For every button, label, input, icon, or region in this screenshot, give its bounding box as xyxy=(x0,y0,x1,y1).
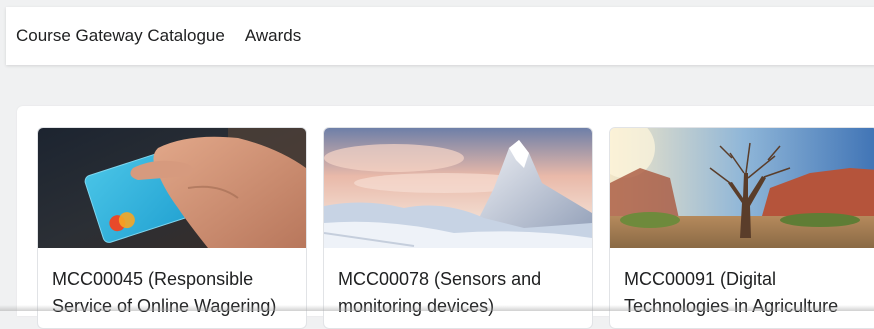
snowy-mountain-image xyxy=(324,128,592,248)
nav-course-gateway-catalogue[interactable]: Course Gateway Catalogue xyxy=(16,26,225,46)
top-navigation: Course Gateway Catalogue Awards xyxy=(6,7,874,65)
course-card[interactable]: MCC00078 (Sensors and monitoring devices… xyxy=(323,127,593,329)
course-card[interactable]: MCC00091 (Digital Technologies in Agricu… xyxy=(609,127,874,329)
course-card[interactable]: MCC00045 (Responsible Service of Online … xyxy=(37,127,307,329)
credit-card-hand-image xyxy=(38,128,306,248)
bottom-edge-shadow xyxy=(0,305,874,311)
nav-awards[interactable]: Awards xyxy=(245,26,301,46)
course-catalogue-panel: MCC00045 (Responsible Service of Online … xyxy=(17,106,874,329)
desert-tree-image xyxy=(610,128,874,248)
